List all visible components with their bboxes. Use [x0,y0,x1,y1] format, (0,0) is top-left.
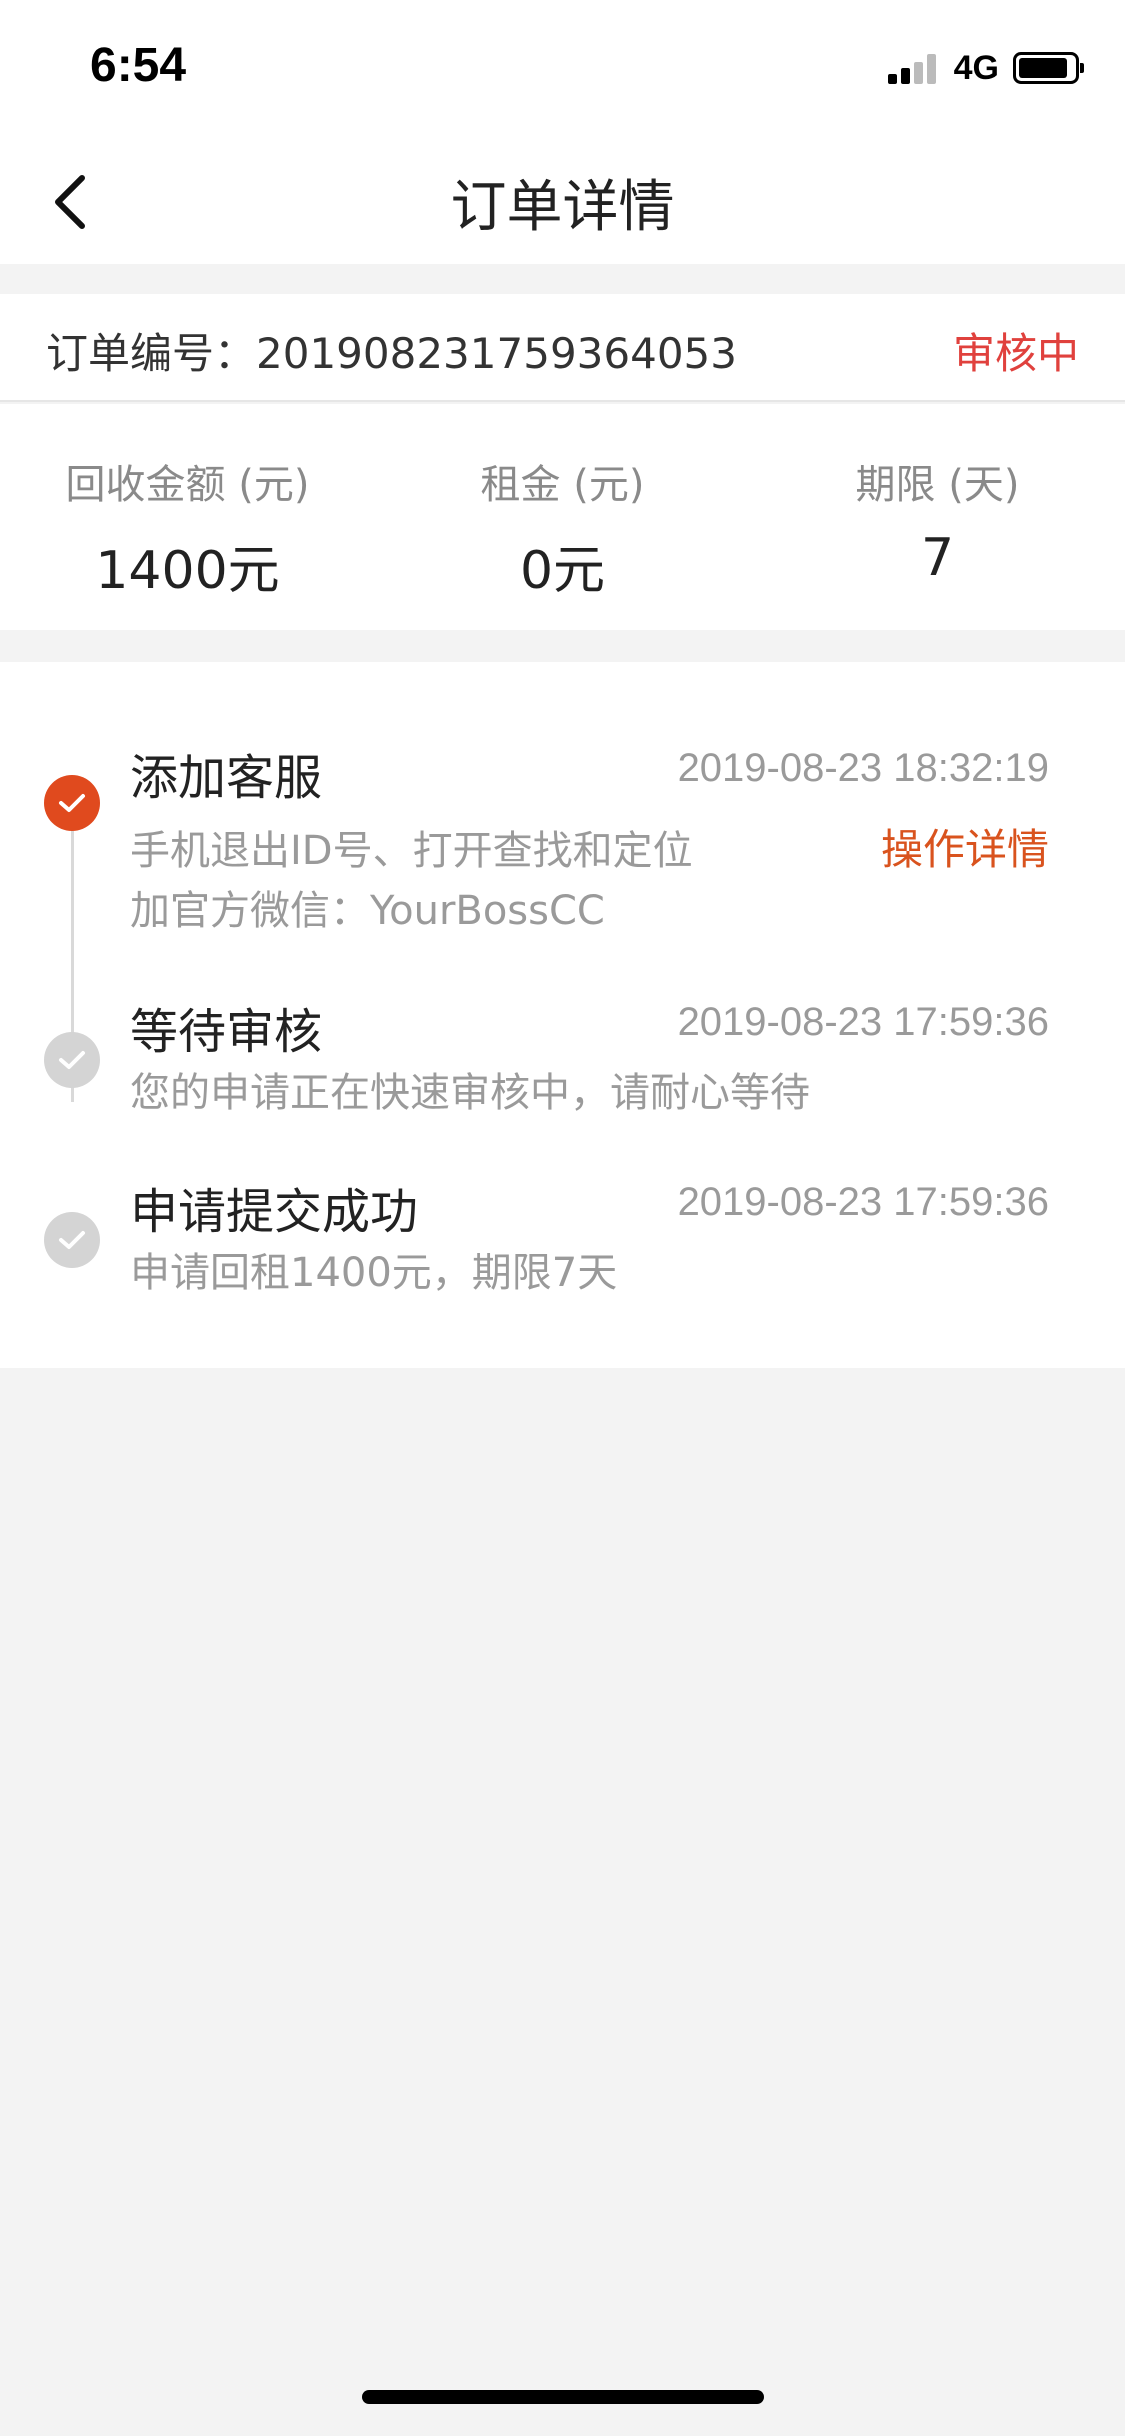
timeline-step-title: 添加客服 [130,750,323,806]
timeline-step-title: 等待审核 [130,1004,323,1060]
order-timeline: 添加客服 2019-08-23 18:32:19 手机退出ID号、打开查找和定位… [0,662,1125,1368]
network-type: 4G [953,48,999,87]
order-status-badge: 审核中 [952,329,1079,378]
timeline-step-desc: 申请回租1400元，期限7天 [130,1250,618,1296]
summary-value: 0元 [519,541,606,601]
home-indicator[interactable] [362,2390,764,2404]
order-number-row: 订单编号：201908231759364053 审核中 [0,294,1125,402]
summary-label: 回收金额 (元) [65,462,310,508]
timeline-step-time: 2019-08-23 17:59:36 [677,1000,1049,1044]
check-icon [59,1231,85,1249]
check-icon [59,1051,85,1069]
signal-icon [887,52,940,84]
summary-value: 7 [920,528,955,588]
summary-term: 期限 (天) 7 [750,452,1125,588]
summary-rent: 租金 (元) 0元 [375,452,750,603]
summary-value: 1400元 [95,541,280,601]
timeline-step-desc: 您的申请正在快速审核中，请耐心等待 [130,1070,810,1116]
timeline-dot-done [44,1212,100,1268]
timeline-dot-done [44,1032,100,1088]
status-time: 6:54 [90,39,187,92]
operation-details-link[interactable]: 操作详情 [881,816,1049,877]
page-title: 订单详情 [450,175,675,240]
nav-bar: 订单详情 [0,132,1125,264]
status-bar: 6:54 4G [0,0,1125,132]
order-number: 订单编号：201908231759364053 [46,329,737,378]
status-indicators: 4G [887,48,1084,88]
summary-label: 租金 (元) [480,462,645,508]
summary-recovery-amount: 回收金额 (元) 1400元 [0,452,375,603]
timeline-dot-active [44,775,100,831]
check-icon [59,794,85,812]
summary-label: 期限 (天) [855,462,1020,508]
battery-icon [1013,52,1084,84]
timeline-step-time: 2019-08-23 18:32:19 [677,746,1049,790]
timeline-step-title: 申请提交成功 [130,1184,419,1240]
timeline-step-desc: 手机退出ID号、打开查找和定位 [130,828,693,874]
order-summary: 回收金额 (元) 1400元 租金 (元) 0元 期限 (天) 7 [0,404,1125,630]
timeline-step-desc: 加官方微信：YourBossCC [130,888,605,934]
timeline-step-time: 2019-08-23 17:59:36 [677,1180,1049,1224]
